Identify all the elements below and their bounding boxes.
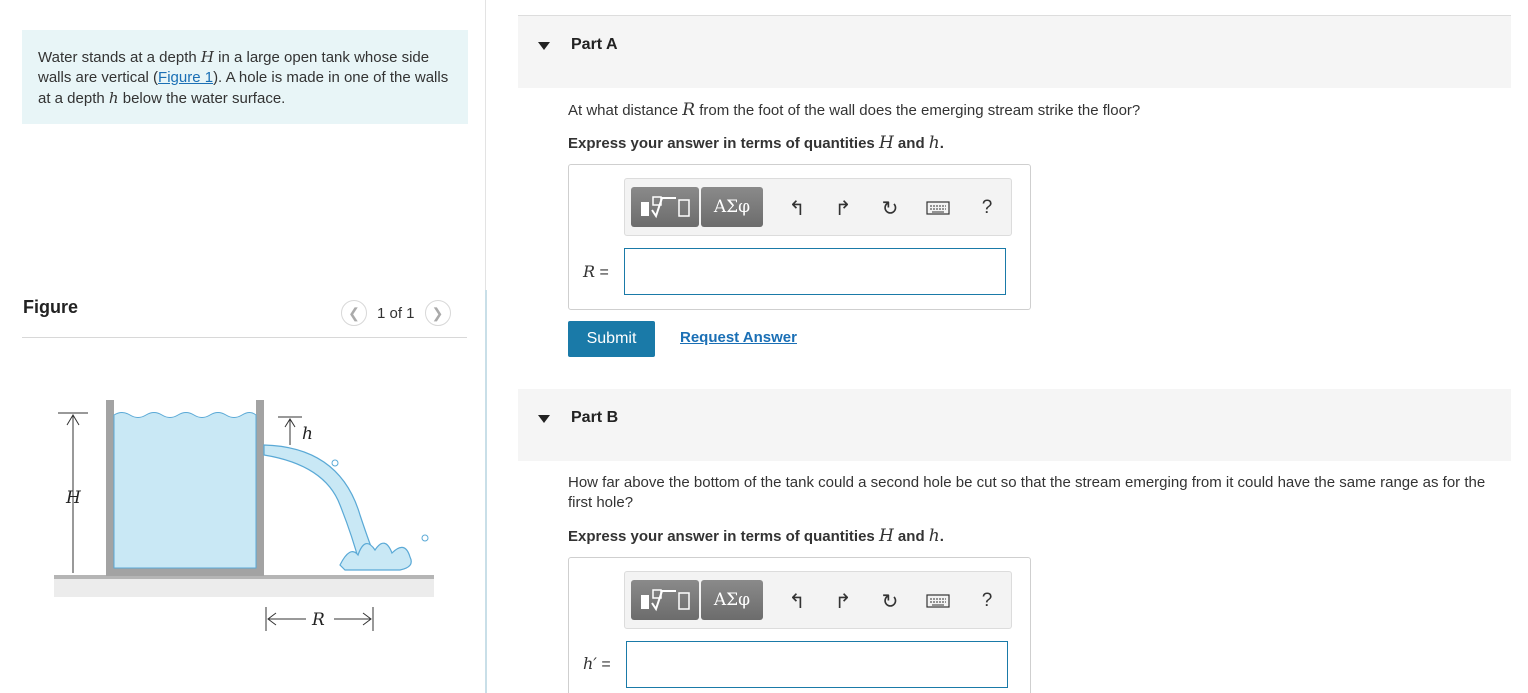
- instr-text: and: [893, 528, 929, 545]
- collapse-triangle-icon[interactable]: [538, 42, 550, 50]
- templates-icon: [641, 196, 690, 219]
- answer-input[interactable]: [626, 641, 1008, 688]
- keyboard-icon: [926, 594, 950, 608]
- answer-input[interactable]: [624, 248, 1006, 295]
- figure-link[interactable]: Figure 1: [158, 69, 213, 86]
- instr-text: .: [939, 528, 944, 545]
- part-a-answer-box: ΑΣφ ↰ ↱ ↻ ? R =: [568, 164, 1031, 310]
- help-icon: ?: [981, 590, 993, 611]
- help-button[interactable]: ?: [972, 584, 1002, 618]
- part-b-question: How far above the bottom of the tank cou…: [568, 474, 1486, 511]
- chevron-left-icon: ❮: [348, 304, 360, 321]
- redo-button[interactable]: ↱: [828, 584, 858, 618]
- figure-title: Figure: [23, 297, 79, 317]
- undo-button[interactable]: ↰: [782, 584, 812, 618]
- splash: [339, 542, 412, 571]
- redo-icon: ↱: [834, 197, 852, 220]
- templates-button[interactable]: [631, 187, 699, 227]
- problem-intro: Water stands at a depth H in a large ope…: [22, 30, 468, 124]
- tank-wall-left: [106, 400, 114, 576]
- instr-text: Express your answer in terms of quantiti…: [568, 528, 879, 545]
- tank-figure: H h R: [54, 400, 434, 631]
- intro-text: below the water surface.: [118, 90, 286, 107]
- figure-pager: ❮ 1 of 1 ❯: [341, 300, 451, 326]
- part-b-title: Part B: [571, 409, 619, 426]
- instr-text: and: [893, 135, 929, 152]
- reset-button[interactable]: ↻: [875, 584, 905, 618]
- collapse-triangle-icon[interactable]: [538, 415, 550, 423]
- greek-symbols-button[interactable]: ΑΣφ: [701, 187, 763, 227]
- undo-icon: ↰: [788, 590, 806, 613]
- tank-wall-right: [256, 400, 264, 576]
- var-h: h: [928, 526, 940, 546]
- droplet: [331, 459, 339, 467]
- keyboard-button[interactable]: [923, 584, 953, 618]
- question-text: from the foot of the wall does the emerg…: [695, 102, 1141, 119]
- reset-icon: ↻: [881, 197, 899, 220]
- label-h: h: [302, 424, 313, 444]
- intro-text: Water stands at a depth: [38, 49, 201, 66]
- equation-label: h′ =: [583, 654, 611, 674]
- math-toolbar: ΑΣφ ↰ ↱ ↻ ?: [624, 178, 1012, 236]
- water: [113, 412, 257, 569]
- part-b-header[interactable]: Part B: [518, 389, 1511, 461]
- equals-sign: =: [596, 656, 611, 673]
- greek-symbols-icon: ΑΣφ: [713, 590, 751, 610]
- var-h-prime: h′: [583, 654, 597, 673]
- part-a-instructions: Express your answer in terms of quantiti…: [568, 133, 944, 153]
- label-R: R: [311, 610, 325, 630]
- reset-button[interactable]: ↻: [875, 191, 905, 225]
- var-h: h: [108, 89, 119, 107]
- droplet: [421, 534, 429, 542]
- help-icon: ?: [981, 197, 993, 218]
- var-R: R: [583, 262, 596, 281]
- reset-icon: ↻: [881, 590, 899, 613]
- tank-bottom: [106, 568, 264, 576]
- part-a-header[interactable]: Part A: [518, 16, 1511, 88]
- var-H: H: [878, 133, 894, 153]
- divider: [22, 337, 467, 338]
- redo-icon: ↱: [834, 590, 852, 613]
- next-figure-button[interactable]: ❯: [424, 300, 451, 326]
- prev-figure-button[interactable]: ❮: [341, 300, 367, 326]
- water-stream: [263, 444, 379, 566]
- undo-button[interactable]: ↰: [782, 191, 812, 225]
- instr-text: Express your answer in terms of quantiti…: [568, 135, 879, 152]
- left-panel: Water stands at a depth H in a large ope…: [0, 0, 486, 693]
- help-button[interactable]: ?: [972, 191, 1002, 225]
- var-H: H: [200, 48, 214, 66]
- instr-text: .: [939, 135, 944, 152]
- part-b-answer-box: ΑΣφ ↰ ↱ ↻ ? h′ =: [568, 557, 1031, 693]
- equation-label: R =: [583, 262, 609, 282]
- undo-icon: ↰: [788, 197, 806, 220]
- greek-symbols-icon: ΑΣφ: [713, 197, 751, 217]
- redo-button[interactable]: ↱: [828, 191, 858, 225]
- part-a-title: Part A: [571, 36, 618, 53]
- submit-button[interactable]: Submit: [568, 321, 655, 357]
- figure-pager-text: 1 of 1: [377, 304, 415, 322]
- label-H: H: [65, 488, 82, 508]
- greek-symbols-button[interactable]: ΑΣφ: [701, 580, 763, 620]
- templates-icon: [641, 589, 690, 612]
- math-toolbar: ΑΣφ ↰ ↱ ↻ ?: [624, 571, 1012, 629]
- part-b-instructions: Express your answer in terms of quantiti…: [568, 526, 944, 546]
- var-H: H: [878, 526, 894, 546]
- part-a-question: At what distance R from the foot of the …: [568, 100, 1498, 121]
- keyboard-button[interactable]: [923, 191, 953, 225]
- floor-shadow: [54, 579, 434, 597]
- var-h: h: [928, 133, 940, 153]
- equals-sign: =: [595, 264, 609, 281]
- chevron-right-icon: ❯: [431, 304, 444, 321]
- keyboard-icon: [926, 201, 950, 215]
- request-answer-link[interactable]: Request Answer: [680, 329, 797, 346]
- templates-button[interactable]: [631, 580, 699, 620]
- question-text: At what distance: [568, 102, 683, 119]
- var-R: R: [682, 100, 696, 120]
- column-divider: [485, 290, 487, 693]
